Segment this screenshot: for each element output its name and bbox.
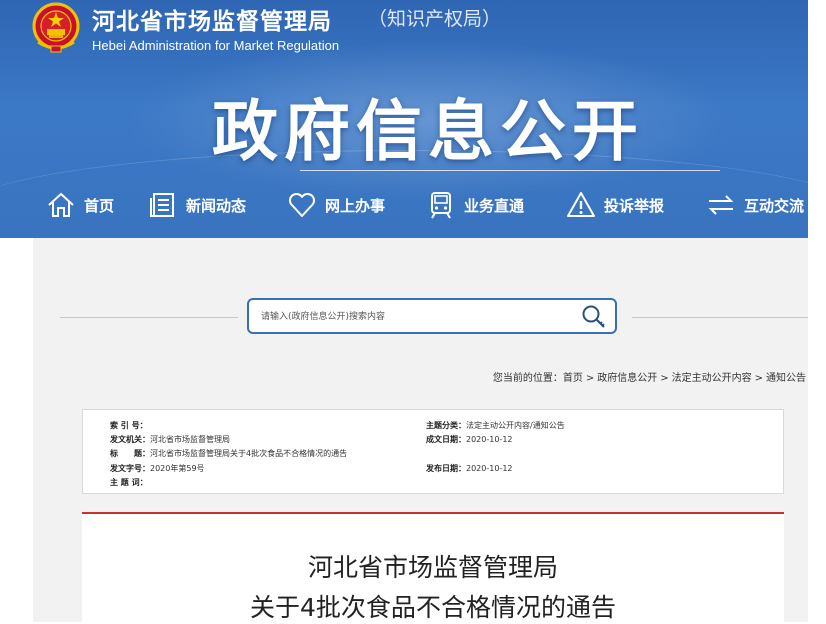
nav-item-interaction[interactable]: 互动交流 bbox=[706, 184, 804, 226]
national-emblem-icon bbox=[32, 2, 80, 53]
page-right-margin bbox=[808, 0, 826, 622]
nav-item-label: 业务直通 bbox=[464, 196, 525, 215]
meta-value: 2020年第59号 bbox=[150, 464, 205, 473]
meta-label: 成文日期： bbox=[426, 435, 466, 444]
article-title-line1: 河北省市场监督管理局 bbox=[307, 553, 558, 582]
nav-item-news[interactable]: 新闻动态 bbox=[148, 184, 246, 226]
meta-value: 2020-10-12 bbox=[466, 435, 513, 444]
search-divider-left bbox=[60, 317, 238, 318]
meta-value: 2020-10-12 bbox=[466, 464, 513, 473]
site-title: 河北省市场监督管理局 bbox=[92, 9, 332, 35]
site-subtitle: （知识产权局） bbox=[368, 8, 502, 30]
meta-label: 主题分类： bbox=[426, 421, 466, 430]
breadcrumb-item-statutory[interactable]: 法定主动公开内容 bbox=[672, 373, 752, 384]
exchange-icon bbox=[708, 195, 734, 215]
meta-category: 主题分类：法定主动公开内容/通知公告 bbox=[426, 420, 565, 431]
meta-label: 标 题： bbox=[110, 449, 150, 458]
breadcrumb-separator: > bbox=[585, 373, 595, 384]
nav-item-label: 首页 bbox=[84, 196, 115, 215]
search-box bbox=[247, 298, 617, 334]
meta-keywords: 主 题 词： bbox=[110, 477, 148, 488]
meta-label: 索 引 号： bbox=[110, 421, 148, 430]
search-input[interactable] bbox=[259, 307, 563, 327]
meta-value: 河北省市场监督管理局 bbox=[150, 435, 230, 444]
meta-published-date: 发布日期：2020-10-12 bbox=[426, 463, 513, 474]
meta-issuer: 发文机关：河北省市场监督管理局 bbox=[110, 434, 230, 445]
meta-created-date: 成文日期：2020-10-12 bbox=[426, 434, 513, 445]
news-icon bbox=[150, 193, 174, 217]
header-banner: 河北省市场监督管理局 （知识产权局） Hebei Administration … bbox=[0, 0, 808, 238]
search-divider-right bbox=[632, 317, 808, 318]
nav-item-complaints[interactable]: 投诉举报 bbox=[566, 184, 664, 226]
search-icon[interactable] bbox=[579, 303, 609, 331]
meta-index: 索 引 号： bbox=[110, 420, 148, 431]
banner-divider bbox=[300, 170, 720, 171]
nav-item-business[interactable]: 业务直通 bbox=[426, 184, 524, 226]
warning-icon bbox=[567, 192, 595, 217]
meta-label: 发文机关： bbox=[110, 435, 150, 444]
meta-label: 发布日期： bbox=[426, 464, 466, 473]
meta-docno: 发文字号：2020年第59号 bbox=[110, 463, 205, 474]
nav-item-label: 网上办事 bbox=[325, 196, 386, 215]
article-title-line2: 关于4批次食品不合格情况的通告 bbox=[250, 593, 616, 622]
page-left-margin bbox=[0, 238, 33, 486]
breadcrumb-item-home[interactable]: 首页 bbox=[563, 373, 583, 384]
main-nav: 首页 新闻动态 网上办事 业务直通 投诉举报 互动交流 bbox=[0, 184, 808, 226]
article: 河北省市场监督管理局 关于4批次食品不合格情况的通告 bbox=[82, 512, 784, 624]
nav-item-online-services[interactable]: 网上办事 bbox=[287, 184, 385, 226]
heart-icon bbox=[288, 192, 316, 217]
meta-value: 法定主动公开内容/通知公告 bbox=[466, 421, 565, 430]
breadcrumb: 您当前的位置：首页 > 政府信息公开 > 法定主动公开内容 > 通知公告 bbox=[493, 369, 806, 384]
breadcrumb-item-gov-info[interactable]: 政府信息公开 bbox=[597, 373, 657, 384]
nav-item-label: 互动交流 bbox=[744, 196, 805, 215]
meta-title: 标 题：河北省市场监督管理局关于4批次食品不合格情况的通告 bbox=[110, 448, 347, 459]
breadcrumb-separator: > bbox=[754, 373, 763, 384]
breadcrumb-item-notices[interactable]: 通知公告 bbox=[766, 373, 806, 384]
home-icon bbox=[48, 192, 74, 217]
nav-item-home[interactable]: 首页 bbox=[46, 184, 114, 226]
meta-label: 主 题 词： bbox=[110, 478, 148, 487]
nav-item-label: 新闻动态 bbox=[186, 196, 247, 215]
breadcrumb-separator: > bbox=[660, 373, 669, 384]
meta-value: 河北省市场监督管理局关于4批次食品不合格情况的通告 bbox=[150, 449, 348, 458]
banner-title: 政府信息公开 bbox=[212, 93, 644, 170]
document-meta-box: 索 引 号： 发文机关：河北省市场监督管理局 标 题：河北省市场监督管理局关于4… bbox=[82, 409, 784, 494]
nav-item-label: 投诉举报 bbox=[604, 196, 665, 215]
site-title-en: Hebei Administration for Market Regulati… bbox=[92, 38, 340, 53]
train-icon bbox=[431, 192, 451, 219]
meta-label: 发文字号： bbox=[110, 464, 150, 473]
breadcrumb-prefix: 您当前的位置： bbox=[492, 373, 563, 384]
